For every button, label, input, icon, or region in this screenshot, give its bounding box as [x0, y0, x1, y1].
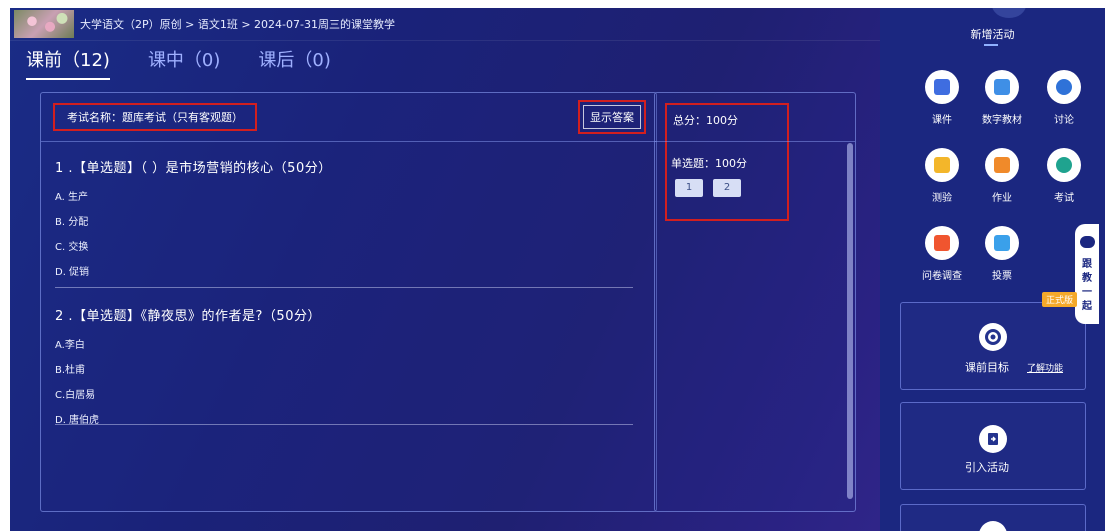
digital-textbook-icon	[985, 70, 1019, 104]
tab-pre-class[interactable]: 课前（12)	[26, 46, 110, 80]
option-b: B.杜甫	[55, 365, 86, 376]
import-activity-card[interactable]: 引入活动	[900, 402, 1086, 490]
quiz-icon	[925, 148, 959, 182]
activity-digital-textbook[interactable]: 数字教材	[972, 70, 1032, 126]
score-panel: 总分：100分 单选题：100分 1 2	[654, 92, 856, 512]
activity-quiz[interactable]: 测验	[912, 148, 972, 204]
question-divider	[55, 424, 633, 425]
question-title: 1 .【单选题】（ ）是市场营销的核心（50分）	[55, 161, 332, 176]
pre-class-goal-card[interactable]: 课前目标 了解功能	[900, 302, 1086, 390]
option-a: A.李白	[55, 340, 85, 351]
activity-homework[interactable]: 作业	[972, 148, 1032, 204]
activity-discussion[interactable]: 讨论	[1034, 70, 1094, 126]
top-bar: 大学语文（2P）原创 > 语文1班 > 2024-07-31周三的课堂教学	[10, 8, 880, 40]
activity-survey[interactable]: 问卷调查	[912, 226, 972, 282]
activity-label: 数字教材	[982, 115, 1022, 126]
exam-name: 考试名称：题库考试（只有客观题）	[53, 103, 257, 131]
assistant-label: 跟教一起	[1082, 259, 1092, 312]
official-version-badge: 正式版	[1042, 292, 1078, 307]
show-answer-highlight: 显示答案	[578, 100, 646, 134]
option-c: C. 交换	[55, 242, 89, 253]
option-c: C.白居易	[55, 390, 96, 401]
activity-exam[interactable]: 考试	[1034, 148, 1094, 204]
survey-icon	[925, 226, 959, 260]
phase-tabs: 课前（12) 课中（0) 课后（0)	[26, 46, 331, 80]
tab-in-class[interactable]: 课中（0)	[148, 46, 220, 80]
exam-icon	[1047, 148, 1081, 182]
question-title: 2 .【单选题】《静夜思》的作者是?（50分）	[55, 309, 321, 324]
courseware-icon	[925, 70, 959, 104]
question-1: 1 .【单选题】（ ）是市场营销的核心（50分） A. 生产 B. 分配 C. …	[55, 157, 332, 288]
scrollbar[interactable]	[847, 143, 853, 499]
activity-vote[interactable]: 投票	[972, 226, 1032, 282]
activity-label: 问卷调查	[922, 271, 962, 282]
question-2: 2 .【单选题】《静夜思》的作者是?（50分） A.李白 B.杜甫 C.白居易 …	[55, 305, 321, 436]
homework-icon	[985, 148, 1019, 182]
activity-label: 投票	[992, 271, 1012, 282]
collapse-handle[interactable]	[992, 8, 1026, 18]
classroom-stage: 大学语文（2P）原创 > 语文1班 > 2024-07-31周三的课堂教学 课前…	[10, 8, 1105, 531]
exam-panel: 考试名称：题库考试（只有客观题） 显示答案 1 .【单选题】（ ）是市场营销的核…	[40, 92, 657, 512]
option-d: D. 促销	[55, 267, 90, 278]
total-score: 总分：100分	[673, 114, 738, 127]
activity-label: 测验	[932, 193, 952, 204]
target-icon	[979, 323, 1007, 351]
activity-sidebar: 新增活动 课件 数字教材 讨论 测验 作业 考试 问卷调查 投票 课前目标 了解…	[880, 8, 1105, 531]
top-divider	[10, 40, 880, 41]
tab-post-class[interactable]: 课后（0)	[258, 46, 330, 80]
option-b: B. 分配	[55, 217, 89, 228]
more-icon	[979, 521, 1007, 531]
question-type-score: 单选题：100分	[671, 157, 747, 170]
learn-feature-link[interactable]: 了解功能	[1027, 361, 1063, 374]
import-label: 引入活动	[965, 461, 1009, 474]
more-card[interactable]	[900, 504, 1086, 531]
sidebar-title: 新增活动	[970, 28, 1015, 41]
sidebar-title-underline	[984, 44, 998, 46]
activity-label: 讨论	[1054, 115, 1074, 126]
assistant-widget[interactable]: 跟教一起	[1075, 224, 1099, 324]
question-nav-2[interactable]: 2	[713, 179, 741, 197]
question-nav-1[interactable]: 1	[675, 179, 703, 197]
option-a: A. 生产	[55, 192, 89, 203]
breadcrumb[interactable]: 大学语文（2P）原创 > 语文1班 > 2024-07-31周三的课堂教学	[80, 16, 395, 32]
activity-courseware[interactable]: 课件	[912, 70, 972, 126]
question-divider	[55, 287, 633, 288]
exam-panel-header: 考试名称：题库考试（只有客观题） 显示答案	[41, 93, 656, 142]
import-icon	[979, 425, 1007, 453]
show-answer-button[interactable]: 显示答案	[583, 105, 641, 129]
activity-label: 考试	[1054, 193, 1074, 204]
course-thumbnail	[14, 10, 74, 38]
discussion-icon	[1047, 70, 1081, 104]
score-divider	[655, 141, 855, 142]
activity-label: 作业	[992, 193, 1012, 204]
robot-icon	[1080, 236, 1095, 248]
goal-label: 课前目标	[965, 361, 1009, 374]
vote-icon	[985, 226, 1019, 260]
activity-label: 课件	[932, 115, 952, 126]
